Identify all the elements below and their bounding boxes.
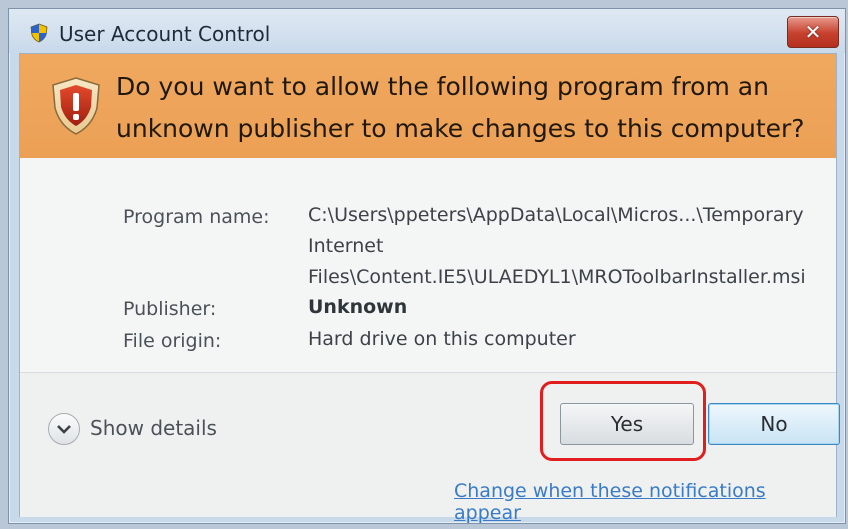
warning-shield-icon (52, 77, 100, 135)
program-name-label: Program name: (123, 206, 270, 228)
window-title: User Account Control (59, 22, 271, 46)
dialog-content: Do you want to allow the following progr… (19, 53, 840, 524)
uac-question: Do you want to allow the following progr… (116, 72, 805, 143)
publisher-value: Unknown (308, 296, 408, 318)
dialog-footer: Show details Yes No Change when these no… (20, 372, 840, 524)
no-button[interactable]: No (708, 403, 840, 445)
program-name-line: Files\Content.IE5\ULAEDYL1\MROToolbarIns… (308, 266, 806, 288)
program-name-line: Internet (308, 235, 384, 257)
file-origin-label: File origin: (123, 330, 222, 352)
yes-button[interactable]: Yes (560, 403, 694, 445)
program-name-line: C:\Users\ppeters\AppData\Local\Micros...… (308, 204, 804, 226)
program-name-value: C:\Users\ppeters\AppData\Local\Micros...… (308, 200, 828, 293)
show-details-toggle[interactable] (48, 413, 80, 445)
file-origin-value: Hard drive on this computer (308, 328, 576, 350)
change-notifications-link[interactable]: Change when these notifications appear (454, 480, 836, 524)
warning-banner: Do you want to allow the following progr… (20, 54, 836, 158)
uac-dialog: User Account Control ✕ Do you want to al… (8, 8, 846, 524)
close-icon: ✕ (804, 20, 822, 44)
uac-shield-icon (30, 23, 48, 43)
publisher-label: Publisher: (123, 298, 217, 320)
close-button[interactable]: ✕ (787, 16, 839, 48)
title-bar: User Account Control ✕ (9, 9, 845, 53)
chevron-down-icon (57, 425, 71, 434)
show-details-label[interactable]: Show details (90, 416, 217, 440)
